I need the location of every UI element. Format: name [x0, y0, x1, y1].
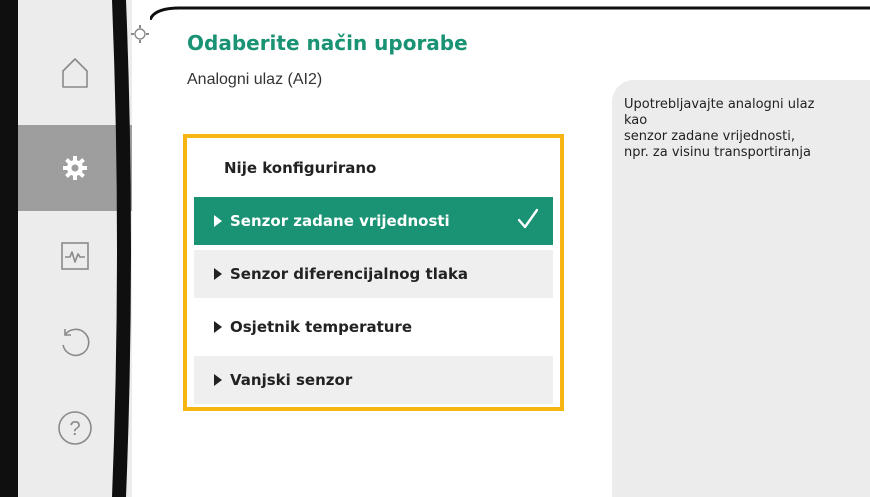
- settings-context-gear-icon: [130, 24, 150, 49]
- svg-text:?: ?: [69, 418, 80, 440]
- panel-divider: [112, 0, 160, 497]
- info-panel: Upotrebljavajte analogni ulaz kao senzor…: [612, 80, 870, 497]
- undo-icon: [58, 325, 92, 359]
- option-temperature-sensor[interactable]: Osjetnik temperature: [194, 303, 553, 351]
- option-not-configured[interactable]: Nije konfigurirano: [194, 144, 553, 192]
- option-differential-pressure-sensor[interactable]: Senzor diferencijalnog tlaka: [194, 250, 553, 298]
- play-arrow-icon: [202, 215, 222, 227]
- checkmark-icon: [517, 208, 539, 234]
- home-icon: [60, 56, 90, 90]
- play-arrow-icon: [202, 268, 222, 280]
- info-text: Upotrebljavajte analogni ulaz kao senzor…: [624, 97, 864, 161]
- option-label: Senzor diferencijalnog tlaka: [230, 265, 469, 283]
- option-list: Nije konfigurirano Senzor zadane vrijedn…: [183, 134, 564, 411]
- option-label: Nije konfigurirano: [224, 159, 377, 177]
- page-title: Odaberite način uporabe: [187, 31, 468, 55]
- device-frame: [0, 0, 18, 497]
- help-icon: ?: [57, 410, 93, 446]
- diagnostics-icon: [60, 241, 90, 271]
- option-external-sensor[interactable]: Vanjski senzor: [194, 356, 553, 404]
- info-line: kao: [624, 113, 648, 128]
- page-subtitle: Analogni ulaz (AI2): [187, 71, 323, 88]
- option-setpoint-sensor[interactable]: Senzor zadane vrijednosti: [194, 197, 553, 245]
- play-arrow-icon: [202, 321, 222, 333]
- info-line: senzor zadane vrijednosti,: [624, 129, 795, 144]
- info-line: npr. za visinu transportiranja: [624, 145, 811, 160]
- gear-icon: [61, 154, 89, 182]
- header-border: [150, 6, 870, 20]
- option-label: Senzor zadane vrijednosti: [230, 212, 450, 230]
- option-label: Osjetnik temperature: [230, 318, 413, 336]
- option-label: Vanjski senzor: [230, 371, 353, 389]
- play-arrow-icon: [202, 374, 222, 386]
- info-line: Upotrebljavajte analogni ulaz: [624, 97, 815, 112]
